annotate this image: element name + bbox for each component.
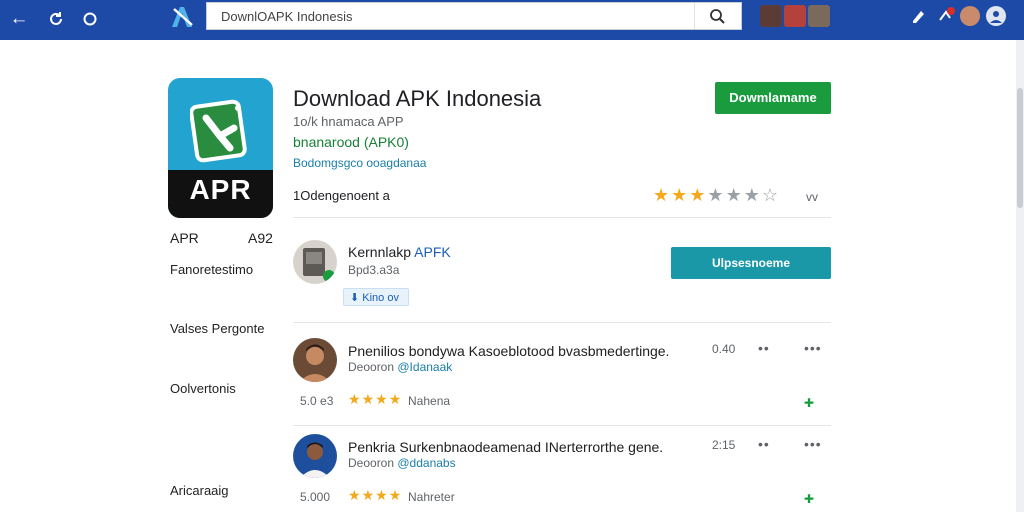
review-action-icon[interactable]: •• [758,436,770,452]
version-line: bnanarood (APK0) [293,134,409,150]
sidebar-item[interactable]: Valses Pergonte [170,321,264,336]
star-icon: ★ [725,185,744,205]
star-icon: ★ [361,487,376,503]
review-score: 5.000 [300,490,331,504]
review-handle-link[interactable]: @ddanabs [397,456,455,470]
download-chip-label: Kino ov [362,292,399,304]
page-title: Download APK Indonesia [293,86,542,111]
review-handle-link[interactable]: @Idanaak [397,360,452,374]
home-icon[interactable] [78,7,102,31]
star-icon: ★ [348,487,362,503]
share-icon[interactable]: ✚ [804,492,814,506]
review-handle-prefix: Deooron [348,360,395,374]
featured-title-text: Kernnlakp [348,244,412,260]
review-action-icon[interactable]: •• [758,340,770,356]
divider [293,217,831,218]
review-author: Nahena [408,394,451,408]
avatar[interactable] [293,434,337,478]
review-handle: Deooron @Idanaak [348,360,452,374]
review-text: Pnenilios bondywa Kasoeblotood bvasbmede… [348,343,670,359]
search-icon [710,9,725,24]
more-options-icon[interactable]: ••• [804,436,822,452]
star-icon: ★ [388,391,403,407]
avatar[interactable] [293,338,337,382]
developer-name[interactable]: 1Odengenoent a [293,188,390,203]
review-stars: ★★★★ [348,391,402,408]
sidebar-item[interactable]: Aricaraaig [170,483,229,498]
review-time: 0.40 [712,342,736,356]
thumbnail-2[interactable] [784,5,806,27]
star-icon: ★ [388,487,403,503]
app-icon: APR [168,78,273,218]
star-icon: ★ [707,185,726,205]
review-score: 5.0 e3 [300,394,334,408]
featured-sub: Bpd3.a3a [348,263,400,277]
star-icon: ★ [361,391,376,407]
back-icon[interactable]: ← [7,7,31,31]
browser-toolbar: ← [0,0,1024,40]
sidebar-item[interactable]: Oolvertonis [170,381,236,396]
star-icon: ★ [375,487,389,503]
star-icon: ★ [375,391,389,407]
expand-chevron-icon[interactable]: vv [806,190,818,204]
more-options-icon[interactable]: ••• [804,340,822,356]
search-input[interactable] [221,7,701,25]
review-handle: Deooron @ddanabs [348,456,456,470]
thumbnail-1[interactable] [760,5,782,27]
review-handle-prefix: Deooron [348,456,395,470]
review-stars: ★★★★ [348,487,402,504]
star-icon: ★ [653,185,672,205]
divider [293,322,831,323]
category-line[interactable]: Bodomgsgco ooagdanaa [293,156,426,170]
notification-icon[interactable] [936,6,956,26]
download-chip[interactable]: ⬇ Kino ov [343,288,409,306]
refresh-icon[interactable] [44,7,68,31]
featured-title-link[interactable]: APFK [414,244,451,260]
star-icon: ★ [689,185,708,205]
star-icon: ☆ [761,185,780,205]
thumbnail-3[interactable] [808,5,830,27]
app-icon-label: APR [189,174,252,205]
featured-title: Kernnlakp APFK [348,244,451,260]
avatar[interactable] [960,6,980,26]
site-logo[interactable] [168,3,196,31]
rating-stars: ★★★★★★☆ [653,185,780,206]
review-time: 2:15 [712,438,736,452]
star-icon: ★ [671,185,690,205]
star-icon: ★ [348,391,362,407]
review-author: Nahreter [408,490,455,504]
sidebar-label-left: APR [170,230,199,246]
sidebar-label-right: A92 [248,230,273,246]
divider [293,425,831,426]
account-icon[interactable] [986,6,1006,26]
update-button[interactable]: Ulpsesnoeme [671,247,831,279]
document-icon [190,99,247,163]
install-button[interactable]: Dowmlamame [715,82,831,114]
sidebar-item[interactable]: Fanoretestimo [170,262,253,277]
search-button[interactable] [694,3,741,29]
edit-icon[interactable] [908,6,928,26]
app-subtitle: 1o/k hnamaca APP [293,114,404,129]
scrollbar[interactable] [1016,40,1024,512]
star-icon: ★ [743,185,762,205]
share-icon[interactable]: ✚ [804,396,814,410]
scrollbar-thumb[interactable] [1017,88,1023,208]
featured-thumbnail[interactable] [293,240,337,284]
search-box [206,2,742,30]
review-text: Penkria Surkenbnaodeamenad INerterrorthe… [348,439,664,455]
